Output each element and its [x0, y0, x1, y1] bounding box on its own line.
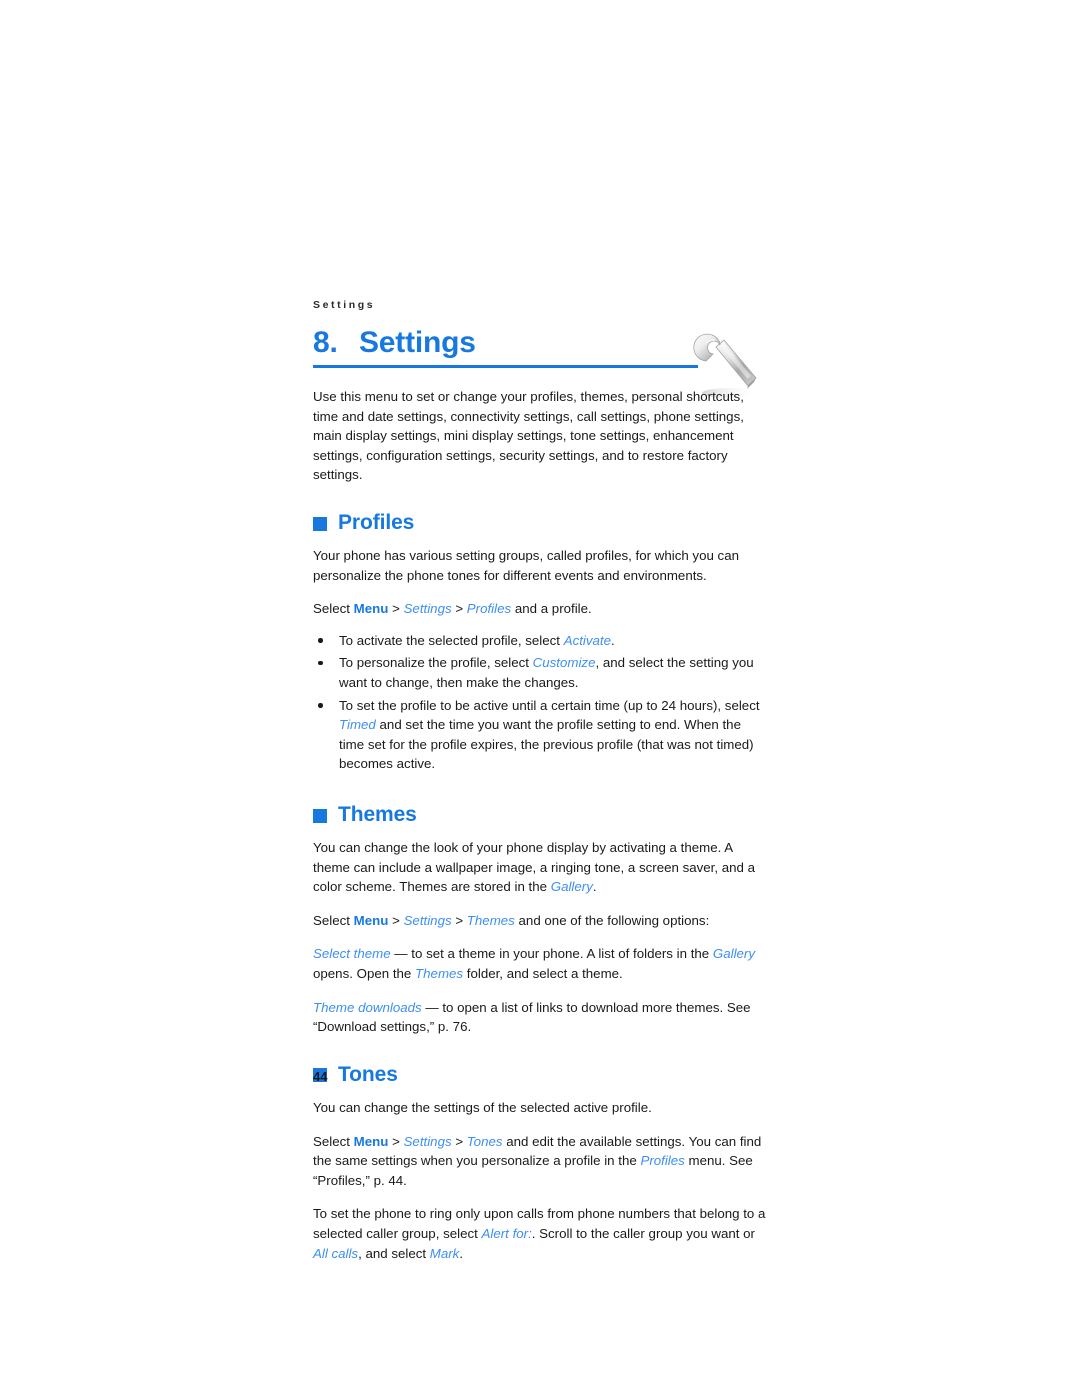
menu-label: Menu: [353, 601, 389, 617]
bullet-pre: To activate the selected profile, select: [339, 632, 564, 648]
gallery-label: Gallery: [550, 879, 593, 895]
section-title-themes: Themes: [338, 803, 417, 826]
running-header: Settings: [313, 299, 376, 311]
bullet-post: and set the time you want the profile se…: [339, 717, 754, 772]
settings-label: Settings: [403, 912, 452, 928]
chapter-rule: [313, 365, 698, 368]
menu-label: Menu: [353, 912, 389, 928]
path-separator: >: [392, 1133, 400, 1149]
para-d: .: [459, 1245, 464, 1261]
list-item: To activate the selected profile, select…: [313, 631, 768, 651]
section-heading-profiles: Profiles: [313, 511, 768, 534]
themes-option-select-theme: Select theme — to set a theme in your ph…: [313, 944, 768, 983]
alert-for-label: Alert for:: [481, 1225, 532, 1241]
path-tail: and a profile.: [514, 601, 592, 617]
tones-path-line: Select Menu > Settings > Tones and edit …: [313, 1132, 768, 1191]
profiles-label: Profiles: [466, 601, 512, 617]
menu-label: Menu: [353, 1133, 389, 1149]
path-tail: and one of the following options:: [518, 912, 710, 928]
profiles-label: Profiles: [640, 1153, 685, 1169]
path-separator: >: [392, 601, 400, 617]
bullet-emphasis: Customize: [532, 655, 596, 671]
tones-intro: You can change the settings of the selec…: [313, 1099, 652, 1115]
themes-intro: You can change the look of your phone di…: [313, 838, 768, 897]
themes-path-line: Select Menu > Settings > Themes and one …: [313, 911, 768, 931]
settings-label: Settings: [403, 1133, 452, 1149]
select-word: Select: [313, 1133, 350, 1149]
document-page: Settings 8. Settings Use this menu to set…: [313, 300, 768, 1263]
option-text-c: folder, and select a theme.: [463, 966, 623, 982]
list-item: To personalize the profile, select Custo…: [313, 653, 768, 692]
bullet-emphasis: Activate: [563, 632, 612, 648]
square-bullet-icon: [313, 516, 327, 531]
bullet-post: .: [611, 632, 615, 648]
profiles-intro: Your phone has various setting groups, c…: [313, 548, 740, 583]
themes-label: Themes: [466, 912, 515, 928]
page-title: 8. Settings: [313, 325, 768, 359]
bullet-pre: To personalize the profile, select: [339, 655, 533, 671]
option-text-a: — to set a theme in your phone. A list o…: [390, 946, 713, 962]
chapter-title-text: Settings: [359, 325, 476, 359]
tones-last-paragraph: To set the phone to ring only upon calls…: [313, 1204, 768, 1263]
page-number: 44: [313, 1069, 328, 1084]
para-b: . Scroll to the caller group you want or: [531, 1225, 755, 1241]
square-bullet-icon: [313, 808, 327, 823]
path-separator: >: [455, 601, 464, 617]
bullet-pre: To set the profile to be active until a …: [339, 697, 760, 713]
themes-intro-a: You can change the look of your phone di…: [313, 840, 756, 895]
path-separator: >: [455, 912, 464, 928]
themes-intro-b: .: [592, 879, 597, 895]
mark-label: Mark: [429, 1245, 460, 1261]
path-separator: >: [392, 912, 400, 928]
option-text-b: opens. Open the: [313, 966, 416, 982]
themes-option-theme-downloads: Theme downloads — to open a list of link…: [313, 998, 768, 1037]
select-word: Select: [313, 601, 350, 617]
all-calls-label: All calls: [313, 1245, 359, 1261]
section-heading-tones: Tones: [313, 1063, 768, 1086]
theme-downloads-label: Theme downloads: [313, 999, 422, 1015]
section-heading-themes: Themes: [313, 803, 768, 826]
themes-folder-label: Themes: [415, 966, 464, 982]
chapter-number: 8.: [313, 325, 338, 359]
settings-label: Settings: [403, 601, 452, 617]
tones-label: Tones: [466, 1133, 503, 1149]
para-c: , and select: [358, 1245, 430, 1261]
section-title-profiles: Profiles: [338, 510, 415, 534]
select-theme-label: Select theme: [313, 946, 391, 962]
select-word: Select: [313, 912, 350, 928]
chapter-heading: 8. Settings: [313, 325, 768, 368]
intro-paragraph: Use this menu to set or change your prof…: [313, 389, 744, 483]
section-title-tones: Tones: [338, 1062, 398, 1086]
profiles-bullet-list: To activate the selected profile, select…: [313, 631, 768, 774]
gallery-label: Gallery: [712, 946, 755, 962]
profiles-path-line: Select Menu > Settings > Profiles and a …: [313, 599, 768, 619]
path-separator: >: [455, 1133, 464, 1149]
bullet-emphasis: Timed: [339, 717, 376, 733]
list-item: To set the profile to be active until a …: [313, 696, 768, 774]
